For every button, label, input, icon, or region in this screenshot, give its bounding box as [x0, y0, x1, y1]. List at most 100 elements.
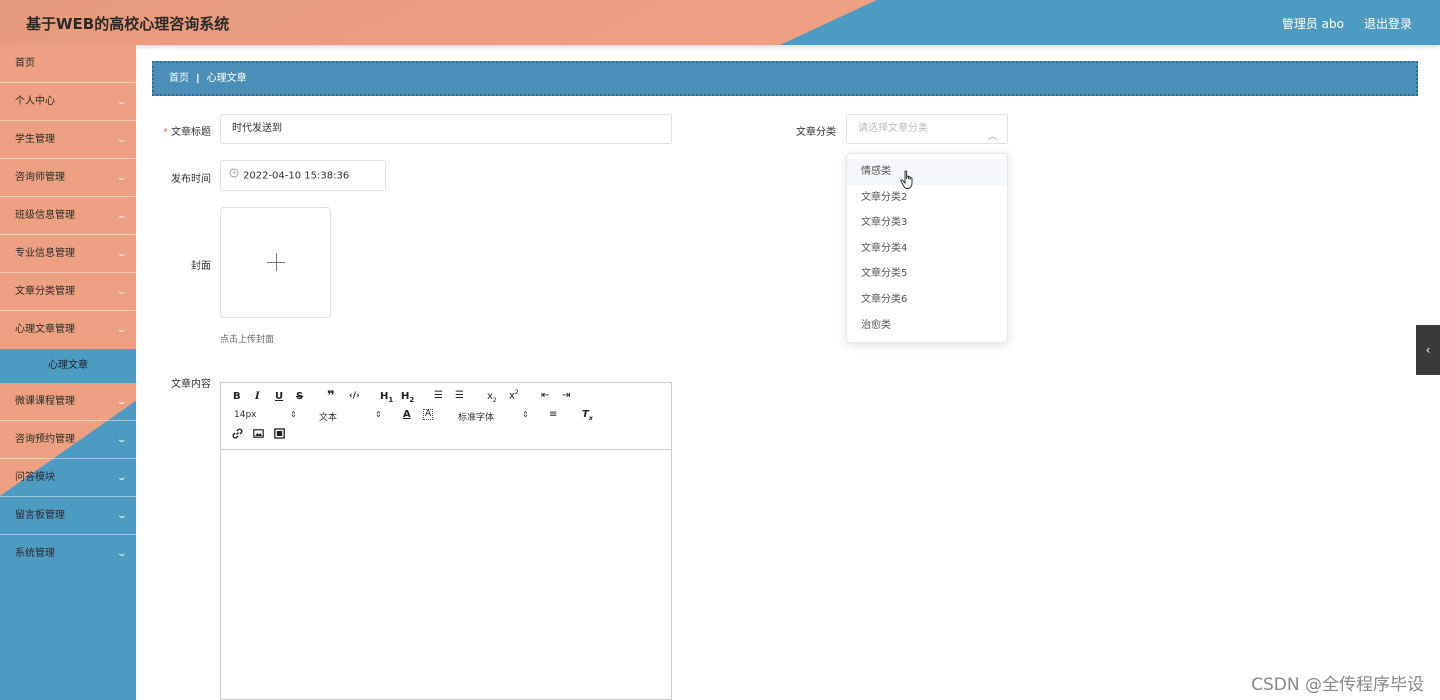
sidebar-item-students[interactable]: 学生管理 ⌄: [0, 121, 136, 159]
sidebar-item-label: 问答模块: [15, 472, 55, 483]
content-label: 文章内容: [171, 379, 211, 390]
sidebar-item-label: 留言板管理: [15, 510, 65, 521]
italic-icon[interactable]: I: [255, 391, 260, 402]
updown-icon: ⇕: [375, 410, 382, 419]
sidebar-subitem-psych-article[interactable]: 心理文章: [0, 349, 136, 383]
text-color-icon[interactable]: A: [403, 409, 411, 420]
sidebar-item-label: 个人中心: [15, 96, 55, 107]
underline-icon[interactable]: U: [275, 391, 283, 402]
blockquote-icon[interactable]: ❞: [327, 389, 335, 404]
ordered-list-icon[interactable]: ☰: [434, 390, 443, 401]
sidebar-item-label: 咨询师管理: [15, 172, 65, 183]
breadcrumb-separator: |: [196, 73, 200, 84]
sidebar-item-messages[interactable]: 留言板管理 ⌄: [0, 497, 136, 535]
sidebar-item-counselors[interactable]: 咨询师管理 ⌄: [0, 159, 136, 197]
sidebar-item-label: 首页: [15, 58, 35, 69]
dropdown-option[interactable]: 文章分类4: [847, 236, 1007, 262]
sidebar-item-home[interactable]: 首页: [0, 45, 136, 83]
code-block-icon[interactable]: ‹/›: [349, 391, 360, 401]
link-icon[interactable]: [232, 428, 243, 442]
sidebar-item-micro-courses[interactable]: 微课课程管理 ⌄: [0, 383, 136, 421]
sidebar-item-label: 微课课程管理: [15, 396, 75, 407]
category-dropdown: 情感类 文章分类2 文章分类3 文章分类4 文章分类5 文章分类6 治愈类: [846, 153, 1008, 343]
bullet-list-icon[interactable]: ☰: [455, 390, 464, 401]
publish-time-picker[interactable]: 2022-04-10 15:38:36: [220, 160, 386, 191]
dropdown-option[interactable]: 文章分类3: [847, 210, 1007, 236]
category-label: 文章分类: [796, 127, 836, 138]
sidebar-item-psych-articles[interactable]: 心理文章管理 ⌄: [0, 311, 136, 349]
dropdown-option[interactable]: 治愈类: [847, 313, 1007, 339]
bold-icon[interactable]: B: [233, 391, 241, 402]
editor-content-area[interactable]: [221, 450, 671, 700]
heading2-icon[interactable]: H2: [401, 391, 414, 404]
breadcrumb-current: 心理文章: [206, 73, 247, 84]
paragraph-select[interactable]: 文本 ⇕: [319, 410, 383, 423]
sidebar-item-label: 心理文章: [48, 360, 88, 371]
sidebar-item-label: 咨询预约管理: [15, 434, 75, 445]
chevron-down-icon: ⌄: [116, 473, 128, 483]
superscript-icon[interactable]: x2: [509, 389, 519, 401]
updown-icon: ⇕: [522, 410, 529, 419]
sidebar-item-label: 系统管理: [15, 548, 55, 559]
align-left-icon[interactable]: ≡: [549, 409, 557, 420]
updown-icon: ⇕: [290, 410, 297, 419]
cover-upload-tip: 点击上传封面: [220, 335, 275, 345]
chevron-down-icon: ⌄: [116, 249, 128, 259]
app-title: 基于WEB的高校心理咨询系统: [26, 15, 230, 33]
sidebar-item-label: 专业信息管理: [15, 248, 75, 259]
sidebar-item-label: 文章分类管理: [15, 286, 75, 297]
sidebar-item-appointments[interactable]: 咨询预约管理 ⌄: [0, 421, 136, 459]
chevron-down-icon: ⌄: [116, 287, 128, 297]
chevron-down-icon: ⌄: [116, 511, 128, 521]
sidebar-item-personal-center[interactable]: 个人中心 ⌄: [0, 83, 136, 121]
dropdown-option[interactable]: 情感类: [847, 159, 1007, 185]
top-header: 基于WEB的高校心理咨询系统 管理员 abo 退出登录: [0, 0, 1440, 45]
outdent-icon[interactable]: ⇤: [541, 390, 549, 401]
publish-time-label: 发布时间: [171, 174, 211, 185]
publish-time-value: 2022-04-10 15:38:36: [243, 170, 350, 182]
cover-label: 封面: [191, 261, 211, 272]
breadcrumb-home[interactable]: 首页: [169, 73, 189, 84]
dropdown-option[interactable]: 文章分类5: [847, 261, 1007, 287]
background-color-icon[interactable]: A: [423, 409, 434, 420]
video-icon[interactable]: [274, 428, 285, 442]
font-family-select[interactable]: 标准字体 ⇕: [458, 410, 530, 423]
chevron-down-icon: ⌄: [116, 173, 128, 183]
dropdown-option[interactable]: 文章分类2: [847, 185, 1007, 211]
required-marker: *: [163, 127, 168, 138]
strikethrough-icon[interactable]: S: [296, 391, 303, 402]
admin-username: 管理员 abo: [1281, 17, 1344, 31]
chevron-down-icon: ⌄: [116, 211, 128, 221]
sidebar-item-label: 心理文章管理: [15, 324, 75, 335]
chevron-down-icon: ⌄: [116, 435, 128, 445]
chevron-down-icon: ⌄: [116, 325, 128, 335]
cover-upload[interactable]: [220, 207, 331, 318]
sidebar-item-qa[interactable]: 问答模块 ⌄: [0, 459, 136, 497]
subscript-icon[interactable]: x2: [487, 391, 497, 404]
clear-format-icon[interactable]: Tx: [582, 409, 593, 422]
image-icon[interactable]: [253, 428, 264, 442]
dropdown-option[interactable]: 文章分类6: [847, 287, 1007, 313]
chevron-down-icon: ⌄: [116, 549, 128, 559]
category-select[interactable]: 请选择文章分类 ︿: [846, 114, 1008, 144]
category-placeholder: 请选择文章分类: [858, 123, 928, 134]
rich-text-editor: B I U S ❞ ‹/› H1 H2 ☰ ☰ x2 x2 ⇤ ⇥ 14px ⇕ …: [220, 382, 672, 700]
collapse-panel-button[interactable]: ‹: [1416, 325, 1440, 375]
title-input[interactable]: 时代发送到: [220, 114, 672, 144]
sidebar-item-majors[interactable]: 专业信息管理 ⌄: [0, 235, 136, 273]
watermark: CSDN @全传程序毕设: [1251, 675, 1424, 695]
font-size-select[interactable]: 14px ⇕: [234, 410, 298, 420]
chevron-down-icon: ⌄: [116, 397, 128, 407]
clock-icon: [229, 161, 239, 190]
chevron-up-icon: ︿: [987, 132, 997, 142]
sidebar-item-label: 班级信息管理: [15, 210, 75, 221]
sidebar-item-system[interactable]: 系统管理 ⌄: [0, 535, 136, 573]
chevron-down-icon: ⌄: [116, 97, 128, 107]
logout-button[interactable]: 退出登录: [1364, 15, 1412, 32]
indent-icon[interactable]: ⇥: [562, 390, 570, 401]
heading1-icon[interactable]: H1: [380, 391, 393, 404]
sidebar: 首页 个人中心 ⌄ 学生管理 ⌄ 咨询师管理 ⌄ 班级信息管理 ⌄ 专业信息管理 ⌄ 文章…: [0, 45, 136, 700]
sidebar-item-article-categories[interactable]: 文章分类管理 ⌄: [0, 273, 136, 311]
sidebar-item-classes[interactable]: 班级信息管理 ⌄: [0, 197, 136, 235]
chevron-left-icon: ‹: [1425, 343, 1431, 357]
